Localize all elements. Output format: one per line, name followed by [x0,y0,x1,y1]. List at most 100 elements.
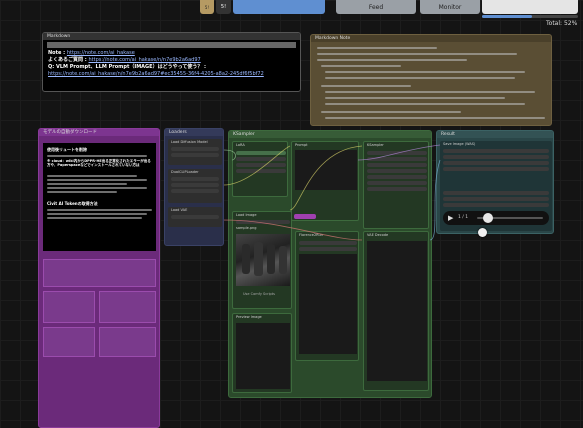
note1-line1-label: Note : [48,50,67,56]
dpi-input[interactable] [443,197,549,201]
florence-model[interactable] [299,247,357,251]
model-dl-title: モデルの自動ダウンロード [39,129,159,136]
note1-line4-link[interactable]: https://note.com/ai_hakase/n/n7e9b2a6ad9… [48,71,264,77]
load-image-title: Load Image [236,213,257,217]
image-select[interactable] [236,220,290,224]
clip2-select[interactable] [171,183,219,187]
monitor-button[interactable]: Monitor [420,0,480,14]
output-path[interactable] [443,149,549,153]
media-player[interactable]: ▶ 1 / 1 [443,211,549,225]
lora-strength[interactable] [236,157,286,161]
loaded-image-preview [236,234,290,286]
model-dl-h3: Civit AI Tokenの取得方法 [47,201,98,206]
note1-title: Markdown [43,33,300,40]
model-dl-note[interactable]: 使用後リュートを削除 ※ cloud：wiki内からDPPR-HE出る正常化され… [43,143,156,251]
total-progress-fill [482,15,532,18]
dual-clip-node[interactable]: DualCLIPLoader [168,169,222,203]
overwrite-toggle[interactable] [443,203,549,207]
vae-decode-body [367,241,427,381]
model-dl-h1: 使用後リュートを削除 [47,147,87,152]
model-dl-subnode-3[interactable] [99,291,156,323]
note1-line1-link[interactable]: https://note.com/ai_hakase [67,50,135,56]
group-result[interactable]: Result Save Image (WAS) ▶ 1 / 1 [436,130,554,234]
load-image-node[interactable]: Load Image sample.png Use Comfy Scripts [232,211,292,309]
steps-input[interactable] [367,163,427,167]
model-dl-subnode-2[interactable] [43,291,95,323]
group-main[interactable]: KSampler LoRA Prompt KSampler Load Image… [228,130,432,398]
seed-input[interactable] [367,151,427,155]
lora-select-2[interactable] [236,169,286,173]
play-icon[interactable]: ▶ [448,214,453,222]
note1-field [47,42,296,48]
save-image-node[interactable]: Save Image (WAS) ▶ 1 / 1 [440,141,552,231]
lora-node[interactable]: LoRA [232,141,288,197]
prompt-title: Prompt [295,143,308,147]
reroute-marker[interactable] [294,214,316,219]
clip-type-select[interactable] [171,189,219,193]
group-loaders[interactable]: Loaders Load Diffusion Model DualCLIPLoa… [164,128,224,246]
load-diffusion-title: Load Diffusion Model [171,140,208,144]
ksampler-node[interactable]: KSampler [363,141,429,229]
monitor-label: Monitor [438,3,462,11]
result-slider-knob[interactable] [483,213,493,223]
model-dl-h2: ※ cloud：wiki内からDPPR-HE出る正常化されたエラーが出る方や、P… [47,159,151,167]
extension-select[interactable] [443,167,549,171]
total-value: 52% [563,20,578,27]
load-image-hint: Use Comfy Scripts [243,292,275,296]
dual-clip-title: DualCLIPLoader [171,170,199,174]
load-diffusion-node[interactable]: Load Diffusion Model [168,139,222,165]
top-accent-button[interactable] [233,0,325,14]
vae-decode-title: VAE Decode [367,233,389,237]
control-after-generate[interactable] [367,157,427,161]
note1-body: Note : https://note.com/ai_hakase よくあるご質… [48,50,298,78]
clip1-select[interactable] [171,177,219,181]
total-label: Total: [546,20,563,27]
top-small-button[interactable]: 5! [200,0,214,14]
florence-task[interactable] [299,241,357,245]
note1-line3: Q: VLM Prompt、LLM Prompt（IMAGE）はどうやって使う？… [48,64,207,70]
preview-area [236,323,290,389]
cfg-input[interactable] [367,169,427,173]
prompt-node[interactable]: Prompt [291,141,359,221]
feed-button[interactable]: Feed [336,0,416,14]
total-progress-bar [482,15,578,18]
vae-decode-node[interactable]: VAE Decode [363,231,429,391]
filename-delimiter[interactable] [443,161,549,165]
loaders-title: Loaders [165,129,223,136]
florence-node[interactable]: Florence2Run [295,231,359,361]
model-dl-subnode-4[interactable] [43,327,95,357]
lora-select[interactable] [236,163,286,167]
feed-label: Feed [368,3,384,11]
scheduler-select[interactable] [367,181,427,185]
model-dl-subnode-5[interactable] [99,327,156,357]
note1-line2-link[interactable]: https://note.com/ai_hakase/n/n7e9b2a6ad9… [88,57,200,63]
unet-name-select[interactable] [171,147,219,151]
markdown-note-links[interactable]: Markdown Note : https://note.com/ai_haka… [42,32,301,92]
total-progress-text: Total: 52% [546,20,577,27]
preview-title: Preview Image [236,315,262,319]
top-progress-panel [482,0,578,14]
main-group-title: KSampler [229,131,431,138]
weight-dtype-select[interactable] [171,153,219,157]
save-image-title: Save Image (WAS) [443,142,476,146]
florence-output[interactable] [299,254,357,354]
vae-name-select[interactable] [171,215,219,219]
filename-prefix[interactable] [443,155,549,159]
load-vae-title: Load VAE [171,208,188,212]
denoise-input[interactable] [367,187,427,191]
top-queue-button[interactable]: 5! [216,0,231,14]
quality-input[interactable] [443,191,549,195]
note1-line2-label: よくあるご質問 : [48,57,89,63]
result-title: Result [437,131,553,138]
group-model-download[interactable]: モデルの自動ダウンロード 使用後リュートを削除 ※ cloud：wiki内からD… [38,128,160,428]
image-filename: sample.png [236,226,257,230]
note2-title: Markdown Note [311,35,551,42]
lora-toggle-1[interactable] [236,151,286,155]
preview-node[interactable]: Preview Image [232,313,292,393]
markdown-note-instructions[interactable]: Markdown Note [310,34,552,126]
sampler-select[interactable] [367,175,427,179]
prompt-textarea[interactable] [295,150,357,190]
model-dl-subnode-1[interactable] [43,259,156,287]
load-vae-node[interactable]: Load VAE [168,207,222,227]
mouse-cursor [478,228,487,237]
